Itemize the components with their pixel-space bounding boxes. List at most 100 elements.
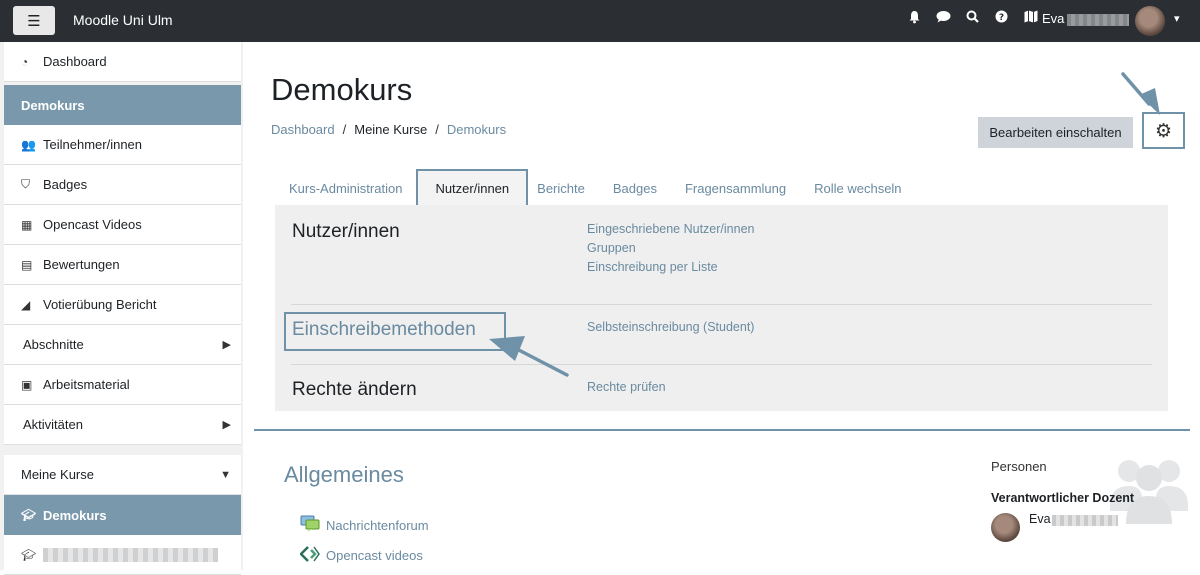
table-icon: ▤ [21, 257, 33, 272]
chevron-right-icon: ▶ [222, 339, 231, 351]
chat-icon[interactable] [929, 10, 958, 28]
teacher-first-name[interactable]: Eva [1029, 512, 1051, 526]
permission-links: Rechte prüfen [587, 378, 666, 397]
chevron-down-icon: ▼ [220, 468, 231, 481]
sidebar-item-label: Arbeitsmaterial [43, 377, 130, 392]
section-title-general[interactable]: Allgemeines [284, 462, 404, 488]
section-separator [254, 429, 1190, 431]
avatar[interactable] [991, 513, 1020, 542]
sidebar-item-activities[interactable]: Aktivitäten ▶ [4, 405, 241, 445]
help-icon[interactable]: ? [987, 10, 1016, 28]
blurred-user-surname [1067, 14, 1129, 26]
sidebar-item-label: Bewertungen [43, 257, 120, 272]
forum-icon [300, 515, 326, 535]
activity-opencast[interactable]: Opencast videos [299, 546, 423, 565]
chevron-right-icon: ▶ [222, 419, 231, 431]
breadcrumb-demokurs[interactable]: Demokurs [447, 122, 506, 137]
sidebar-item-badges[interactable]: ⛉ Badges [4, 165, 241, 205]
breadcrumb-my-courses: Meine Kurse [354, 122, 428, 137]
svg-text:?: ? [999, 13, 1004, 23]
sidebar-item-label: Meine Kurse [21, 467, 94, 482]
sidebar-item-label: Aktivitäten [23, 417, 83, 432]
breadcrumb-separator: / [435, 122, 439, 137]
activity-label: Nachrichtenforum [326, 517, 429, 533]
blurred-teacher-surname [1052, 515, 1118, 526]
page-title: Demokurs [271, 72, 413, 107]
sidebar-item-participants[interactable]: 👥 Teilnehmer/innen [4, 125, 241, 165]
link-check-permissions[interactable]: Rechte prüfen [587, 378, 666, 397]
area-chart-icon: ◢ [21, 297, 31, 312]
blurred-course-name [43, 547, 218, 562]
sidebar-item-label: Demokurs [21, 97, 85, 113]
role-heading: Verantwortlicher Dozent [991, 491, 1135, 505]
sidebar-item-label: Teilnehmer/innen [43, 137, 143, 152]
breadcrumb-dashboard[interactable]: Dashboard [271, 122, 335, 137]
gear-icon: ⚙ [1154, 119, 1173, 142]
user-menu-caret-icon[interactable]: ▾ [1174, 12, 1180, 25]
sidebar-item-course-blurred[interactable]: 🎓︎ [4, 535, 241, 575]
tab-reports[interactable]: Berichte [528, 170, 599, 206]
sidebar-item-materials[interactable]: ▣ Arbeitsmaterial [4, 365, 241, 405]
graduation-cap-icon: 🎓︎ [21, 508, 37, 522]
divider [291, 364, 1152, 365]
opencast-icon [299, 546, 326, 565]
sidebar-item-label: Votierübung Bericht [43, 297, 157, 312]
archive-icon: ▣ [21, 377, 33, 392]
search-icon[interactable] [958, 10, 987, 28]
sidebar-item-label: Badges [43, 177, 88, 192]
sidebar-group-my-courses: Meine Kurse ▼ 🎓︎ Demokurs 🎓︎ [4, 455, 241, 575]
sidebar-item-label: Dashboard [43, 54, 107, 69]
film-icon: ▦ [21, 217, 33, 232]
sidebar-item-label: Abschnitte [23, 337, 84, 352]
course-settings-button[interactable]: ⚙ [1142, 112, 1185, 149]
tab-badges[interactable]: Badges [599, 170, 671, 206]
dashboard-icon: ◔ [21, 54, 29, 69]
section-title-users: Nutzer/innen [292, 221, 400, 242]
tab-switch-role[interactable]: Rolle wechseln [800, 170, 915, 206]
sidebar-item-my-courses[interactable]: Meine Kurse ▼ [4, 455, 241, 495]
divider [291, 304, 1152, 305]
sidebar-item-grades[interactable]: ▤ Bewertungen [4, 245, 241, 285]
tab-users[interactable]: Nutzer/innen [416, 169, 529, 207]
breadcrumb: Dashboard / Meine Kurse / Demokurs [271, 122, 506, 137]
sidebar-group-dashboard: ◔ Dashboard [4, 42, 241, 82]
user-avatar[interactable] [1135, 6, 1165, 36]
navbar-icons: ? [900, 10, 1045, 28]
sidebar-item-demokurs[interactable]: Demokurs [4, 85, 241, 125]
sidebar-item-opencast-videos[interactable]: ▦ Opencast Videos [4, 205, 241, 245]
user-first-name[interactable]: Eva [1042, 11, 1064, 26]
sidebar-item-label: Opencast Videos [43, 217, 142, 232]
link-bulk-enrolment[interactable]: Einschreibung per Liste [587, 258, 754, 277]
section-title-permissions: Rechte ändern [292, 379, 417, 400]
users-icon: 👥 [21, 137, 36, 152]
site-name[interactable]: Moodle Uni Ulm [73, 12, 173, 28]
activity-forum[interactable]: Nachrichtenforum [300, 515, 429, 535]
arrow-to-settings [1121, 72, 1160, 115]
top-navbar: ☰ Moodle Uni Ulm ? Eva ▾ [0, 0, 1200, 42]
sidebar-group-course: Demokurs 👥 Teilnehmer/innen ⛉ Badges ▦ O… [4, 85, 241, 445]
enrolment-links: Selbsteinschreibung (Student) [587, 318, 754, 337]
link-groups[interactable]: Gruppen [587, 239, 754, 258]
graduation-cap-icon: 🎓︎ [21, 547, 37, 562]
hamburger-menu-button[interactable]: ☰ [13, 6, 55, 35]
sidebar-item-report[interactable]: ◢ Votierübung Bericht [4, 285, 241, 325]
tab-course-administration[interactable]: Kurs-Administration [275, 170, 416, 206]
sidebar-item-dashboard[interactable]: ◔ Dashboard [4, 42, 241, 82]
link-self-enrolment[interactable]: Selbsteinschreibung (Student) [587, 318, 754, 337]
map-icon[interactable] [1016, 10, 1045, 28]
admin-tabs: Kurs-Administration Nutzer/innen Bericht… [275, 169, 916, 207]
sidebar-item-course-demokurs[interactable]: 🎓︎ Demokurs [4, 495, 241, 535]
bell-icon[interactable] [900, 10, 929, 28]
hamburger-icon: ☰ [27, 11, 41, 30]
breadcrumb-separator: / [342, 122, 347, 137]
edit-mode-button[interactable]: Bearbeiten einschalten [978, 117, 1133, 148]
sidebar-item-sections[interactable]: Abschnitte ▶ [4, 325, 241, 365]
users-admin-panel: Nutzer/innen Eingeschriebene Nutzer/inne… [275, 205, 1168, 411]
link-enrolled-users[interactable]: Eingeschriebene Nutzer/innen [587, 220, 754, 239]
people-block-heading: Personen [991, 459, 1047, 474]
shield-icon: ⛉ [21, 177, 31, 191]
link-enrolment-methods[interactable]: Einschreibemethoden [292, 319, 476, 341]
sidebar-item-label: Demokurs [43, 507, 107, 523]
tab-question-bank[interactable]: Fragensammlung [671, 170, 800, 206]
activity-label: Opencast videos [326, 548, 423, 563]
